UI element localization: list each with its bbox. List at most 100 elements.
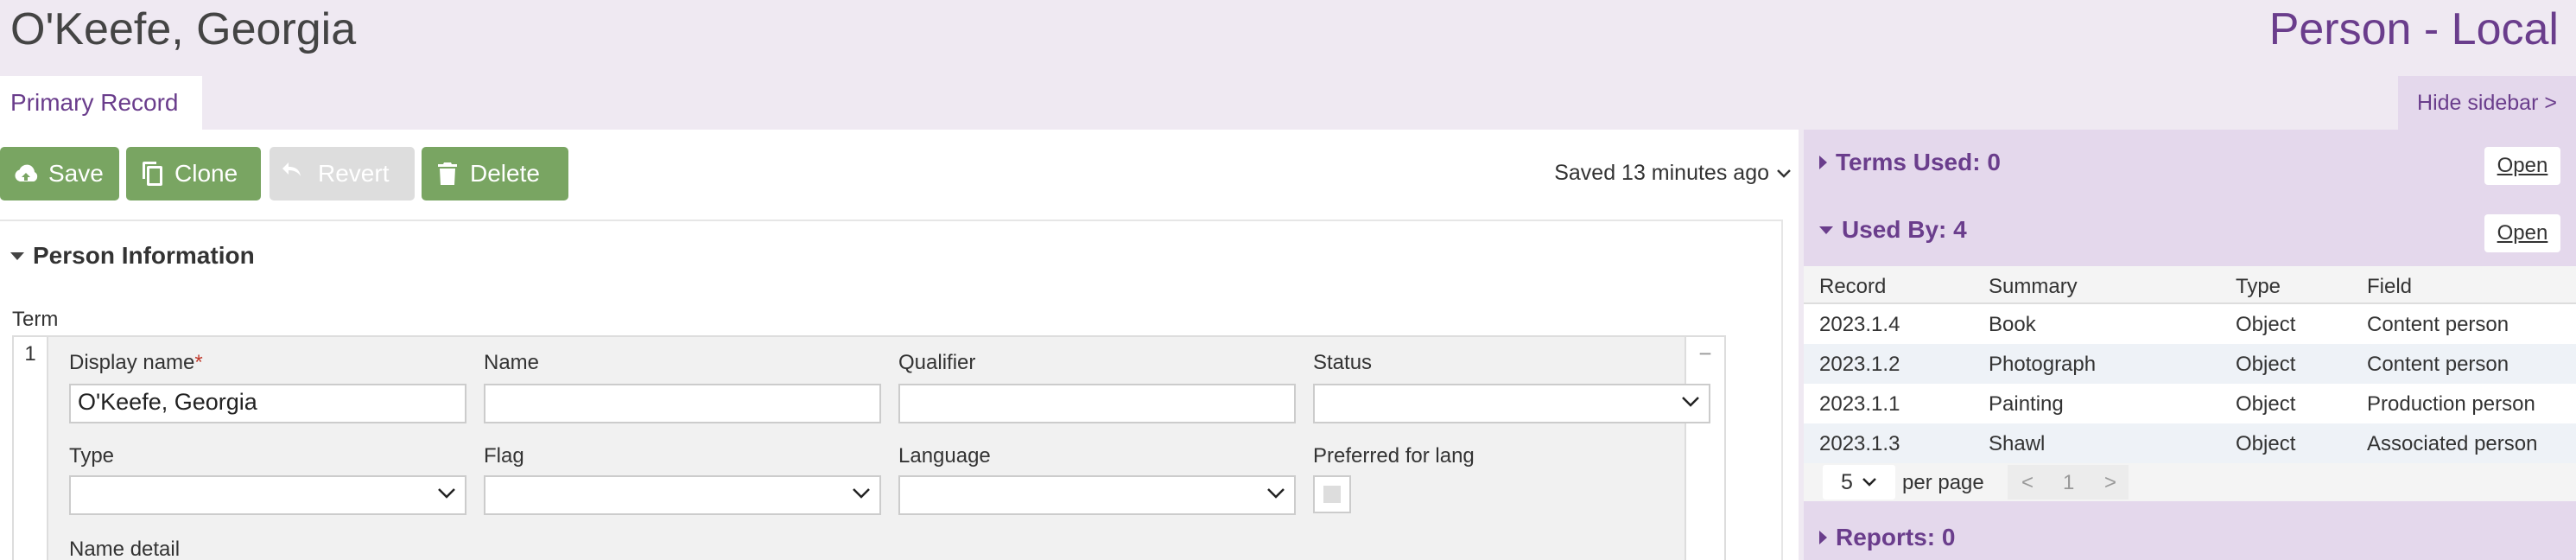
clone-label: Clone <box>174 160 238 187</box>
required-marker: * <box>194 351 203 374</box>
cloud-upload-icon <box>15 164 38 181</box>
cell-record: 2023.1.1 <box>1819 392 1900 416</box>
prev-page-button[interactable]: < <box>2021 471 2034 495</box>
delete-label: Delete <box>470 160 540 187</box>
chevron-down-icon <box>438 488 455 499</box>
chevron-down-icon <box>1862 478 1876 487</box>
cell-type: Object <box>2236 313 2296 336</box>
preferred-for-lang-label: Preferred for lang <box>1313 444 1475 468</box>
saved-status-text: Saved 13 minutes ago <box>1554 161 1769 185</box>
used-by-header[interactable]: Used By: 4 <box>1819 216 1967 244</box>
per-page-label: per page <box>1902 471 1984 494</box>
record-title: O'Keefe, Georgia <box>10 4 357 54</box>
cell-type: Object <box>2236 432 2296 455</box>
status-select[interactable] <box>1313 384 1710 423</box>
terms-used-open-button[interactable]: Open <box>2484 147 2560 185</box>
section-header[interactable]: Person Information <box>10 242 255 270</box>
sidebar: Terms Used: 0 Open Used By: 4 Open Recor… <box>1804 130 2576 560</box>
display-name-label-text: Display name <box>69 351 195 374</box>
used-by-table: Record Summary Type Field 2023.1.4 Book … <box>1804 266 2576 463</box>
chevron-down-icon <box>1777 169 1791 178</box>
checkbox-inner <box>1323 486 1341 503</box>
table-row[interactable]: 2023.1.1 Painting Object Production pers… <box>1804 384 2576 423</box>
tab-primary-record[interactable]: Primary Record <box>0 76 202 130</box>
person-information-section: Person Information Term 1 − Display name… <box>0 220 1783 560</box>
used-by-pager: 5 per page < 1 > <box>1804 463 2576 501</box>
column-header[interactable]: Field <box>2367 275 2412 299</box>
row-number: 1 <box>14 337 48 560</box>
cell-field: Production person <box>2367 392 2535 416</box>
language-label: Language <box>898 444 991 468</box>
flag-select[interactable] <box>484 475 881 515</box>
name-field[interactable] <box>484 384 881 423</box>
language-select[interactable] <box>898 475 1296 515</box>
cell-record: 2023.1.4 <box>1819 313 1900 336</box>
saved-status[interactable]: Saved 13 minutes ago <box>1554 161 1792 186</box>
qualifier-field[interactable] <box>898 384 1296 423</box>
revert-label: Revert <box>318 160 390 187</box>
cell-type: Object <box>2236 392 2296 416</box>
revert-button[interactable]: Revert <box>270 147 415 200</box>
reports-header[interactable]: Reports: 0 <box>1819 524 1955 551</box>
flag-label: Flag <box>484 444 524 468</box>
cell-summary: Painting <box>1989 392 2064 416</box>
cell-record: 2023.1.2 <box>1819 353 1900 376</box>
type-label: Type <box>69 444 115 468</box>
expand-triangle-icon <box>1819 531 1827 544</box>
page-size-select[interactable]: 5 <box>1823 465 1895 500</box>
next-page-button[interactable]: > <box>2104 471 2116 495</box>
term-group: 1 − Display name* Name Qualifier Status … <box>12 335 1726 560</box>
cell-field: Content person <box>2367 313 2509 336</box>
chevron-down-icon <box>853 488 870 499</box>
page-size-value: 5 <box>1841 469 1853 494</box>
save-label: Save <box>48 160 104 187</box>
cell-summary: Shawl <box>1989 432 2046 455</box>
delete-button[interactable]: Delete <box>422 147 568 200</box>
toolbar: Save Clone Revert Delete Saved 13 minute… <box>0 147 1799 200</box>
column-header[interactable]: Record <box>1819 275 1886 299</box>
name-label: Name <box>484 351 540 374</box>
clone-button[interactable]: Clone <box>126 147 261 200</box>
record-type: Person - Local <box>2268 4 2559 54</box>
cell-field: Content person <box>2367 353 2509 376</box>
reports-title: Reports: 0 <box>1836 524 1956 550</box>
column-header[interactable]: Type <box>2236 275 2281 299</box>
used-by-open-button[interactable]: Open <box>2484 214 2560 252</box>
record-header: O'Keefe, Georgia Person - Local <box>0 0 2576 76</box>
cell-record: 2023.1.3 <box>1819 432 1900 455</box>
type-select[interactable] <box>69 475 466 515</box>
display-name-label: Display name* <box>69 351 203 375</box>
chevron-down-icon <box>1267 488 1285 499</box>
preferred-for-lang-checkbox[interactable] <box>1313 475 1351 513</box>
collapse-triangle-icon <box>1819 226 1833 234</box>
name-detail-label: Name detail <box>69 538 181 560</box>
record-editor: Save Clone Revert Delete Saved 13 minute… <box>0 130 1799 560</box>
column-header[interactable]: Summary <box>1989 275 2078 299</box>
copy-icon <box>143 162 162 186</box>
qualifier-label: Qualifier <box>898 351 976 374</box>
cell-summary: Photograph <box>1989 353 2097 376</box>
trash-icon <box>438 162 457 185</box>
remove-row-button[interactable]: − <box>1685 337 1724 560</box>
terms-used-header[interactable]: Terms Used: 0 <box>1819 149 2001 176</box>
undo-icon <box>282 162 301 176</box>
table-header-row: Record Summary Type Field <box>1804 266 2576 304</box>
used-by-title: Used By: 4 <box>1842 216 1967 243</box>
display-name-field[interactable]: O'Keefe, Georgia <box>69 384 466 423</box>
save-button[interactable]: Save <box>0 147 119 200</box>
terms-used-title: Terms Used: 0 <box>1836 149 2001 175</box>
table-row[interactable]: 2023.1.3 Shawl Object Associated person <box>1804 423 2576 463</box>
cell-type: Object <box>2236 353 2296 376</box>
chevron-down-icon <box>1682 397 1699 407</box>
expand-triangle-icon <box>1819 156 1827 169</box>
term-label: Term <box>12 308 59 331</box>
status-label: Status <box>1313 351 1373 374</box>
pagination-nav: < 1 > <box>2008 465 2129 500</box>
table-row[interactable]: 2023.1.2 Photograph Object Content perso… <box>1804 344 2576 384</box>
cell-summary: Book <box>1989 313 2036 336</box>
cell-field: Associated person <box>2367 432 2538 455</box>
hide-sidebar-button[interactable]: Hide sidebar > <box>2398 76 2576 130</box>
section-title: Person Information <box>33 242 255 269</box>
current-page: 1 <box>2063 471 2075 494</box>
table-row[interactable]: 2023.1.4 Book Object Content person <box>1804 304 2576 344</box>
